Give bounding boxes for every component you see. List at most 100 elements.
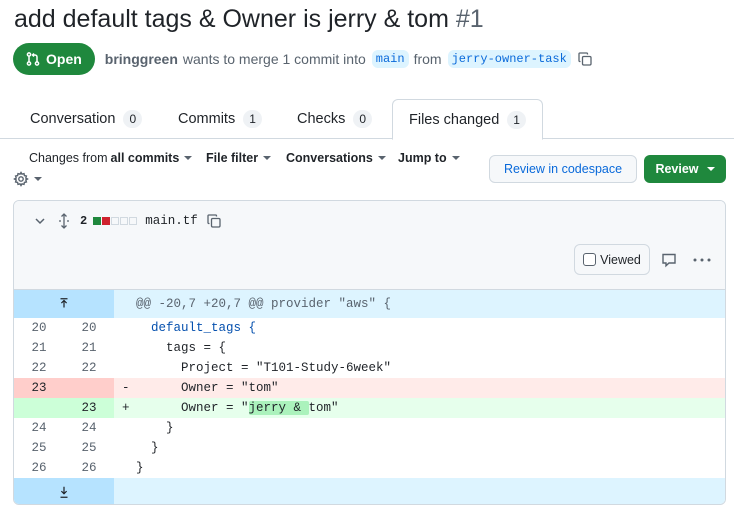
caret-down-icon (184, 156, 193, 160)
expand-down-button[interactable] (14, 478, 114, 504)
file-header: 2 main.tf Viewed (14, 201, 725, 290)
files-toolbar: Changes from all commits File filter Con… (0, 146, 734, 190)
diff-line-addition: 23 + Owner = "jerry & tom" (14, 398, 725, 418)
new-line-number[interactable]: 25 (64, 438, 114, 458)
file-filter-dropdown[interactable]: File filter (206, 151, 272, 165)
tab-label: Checks (297, 111, 346, 127)
diff-line: 26 26 } (14, 458, 725, 478)
code-text: Project = "T101-Study-6week" (136, 361, 392, 375)
diff-line-deletion: 23 - Owner = "tom" (14, 378, 725, 398)
caret-down-icon (451, 156, 460, 160)
old-line-number[interactable]: 23 (14, 378, 64, 398)
tab-label: Files changed (409, 111, 500, 128)
caret-down-icon (263, 156, 272, 160)
new-line-number[interactable]: 24 (64, 418, 114, 438)
diff-line: 25 25 } (14, 438, 725, 458)
viewed-checkbox[interactable]: Viewed (574, 244, 650, 275)
old-line-number[interactable]: 21 (14, 338, 64, 358)
review-in-codespace-button[interactable]: Review in codespace (489, 155, 637, 183)
copy-icon[interactable] (577, 51, 593, 67)
gear-icon (13, 171, 29, 187)
jump-to-dropdown[interactable]: Jump to (398, 151, 460, 165)
tab-label: Conversation (30, 111, 116, 127)
code-text: Owner = "jerry & tom" (136, 398, 339, 418)
changes-from-label: Changes from (29, 151, 108, 165)
copy-icon[interactable] (206, 213, 222, 229)
tab-count: 0 (123, 110, 143, 128)
code-text-post: tom" (308, 401, 339, 415)
chevron-down-icon[interactable] (32, 213, 48, 229)
new-line-number[interactable]: 26 (64, 458, 114, 478)
tab-count: 0 (353, 110, 373, 128)
diff-line: 24 24 } (14, 418, 725, 438)
caret-down-icon (34, 177, 42, 181)
all-commits-label: all commits (110, 151, 180, 165)
new-line-number[interactable]: 23 (64, 398, 114, 418)
page-title: add default tags & Owner is jerry & tom … (14, 5, 484, 34)
tab-files-changed[interactable]: Files changed 1 (392, 99, 543, 140)
caret-down-icon (706, 167, 715, 171)
pr-number: #1 (455, 5, 484, 33)
conversations-label: Conversations (286, 151, 373, 165)
code-text: } (136, 421, 174, 435)
old-line-number[interactable] (14, 398, 64, 418)
tab-commits[interactable]: Commits 1 (178, 99, 262, 139)
kebab-horizontal-icon[interactable] (692, 252, 712, 268)
viewed-label: Viewed (600, 252, 641, 267)
status-label: Open (46, 51, 82, 67)
comment-icon[interactable] (661, 252, 677, 268)
git-pull-request-icon (26, 52, 40, 66)
old-line-number[interactable]: 25 (14, 438, 64, 458)
new-line-number[interactable] (64, 378, 114, 398)
new-line-number[interactable]: 21 (64, 338, 114, 358)
expand-footer (14, 478, 725, 504)
old-line-number[interactable]: 26 (14, 458, 64, 478)
code-highlight: jerry & (248, 401, 309, 415)
tab-conversation[interactable]: Conversation 0 (30, 99, 143, 139)
diff-line: 22 22 Project = "T101-Study-6week" (14, 358, 725, 378)
caret-down-icon (377, 156, 386, 160)
code-text-pre: Owner = " (136, 401, 249, 415)
pr-tabs: Conversation 0 Commits 1 Checks 0 Files … (0, 99, 734, 140)
pr-summary-text: wants to merge 1 commit into (182, 51, 366, 67)
deletion-marker: - (122, 381, 130, 395)
new-line-number[interactable]: 22 (64, 358, 114, 378)
base-branch[interactable]: main (371, 50, 409, 68)
expand-up-button[interactable] (14, 290, 114, 318)
tab-checks[interactable]: Checks 0 (297, 99, 373, 139)
unfold-icon[interactable] (56, 213, 72, 229)
review-button[interactable]: Review (644, 155, 726, 183)
pr-title-text: add default tags & Owner is jerry & tom (14, 5, 449, 33)
new-line-number[interactable]: 20 (64, 318, 114, 338)
file-header-row: 2 main.tf (32, 211, 222, 231)
old-line-number[interactable]: 22 (14, 358, 64, 378)
diff-line: 20 20 default_tags { (14, 318, 725, 338)
code-text: } (136, 461, 144, 475)
settings-dropdown[interactable] (13, 171, 42, 187)
conversations-dropdown[interactable]: Conversations (286, 151, 386, 165)
head-branch[interactable]: jerry-owner-task (447, 50, 571, 68)
expand-down-icon (60, 486, 68, 498)
checkbox-box (583, 253, 597, 266)
status-badge: Open (13, 43, 95, 75)
code-text: Owner = "tom" (136, 381, 279, 395)
code-text: } (136, 441, 159, 455)
old-line-number[interactable]: 20 (14, 318, 64, 338)
diff-line: 21 21 tags = { (14, 338, 725, 358)
diffstat-bar (93, 217, 138, 225)
file-diff: 2 main.tf Viewed @@ -20,7 +20,7 @@ provi… (13, 200, 726, 505)
changes-from-dropdown[interactable]: Changes from all commits (29, 151, 193, 165)
diff-table: @@ -20,7 +20,7 @@ provider "aws" { 20 20… (14, 290, 725, 504)
hunk-text: @@ -20,7 +20,7 @@ provider "aws" { (136, 297, 392, 311)
old-line-number[interactable]: 24 (14, 418, 64, 438)
hunk-header: @@ -20,7 +20,7 @@ provider "aws" { (14, 290, 725, 318)
author-link[interactable]: bringgreen (105, 51, 178, 67)
code-text: tags = { (136, 341, 227, 355)
review-label: Review (655, 162, 699, 176)
diff-change-count: 2 (80, 214, 88, 228)
addition-marker: + (122, 401, 130, 415)
expand-up-icon (60, 298, 68, 308)
tab-label: Commits (178, 111, 236, 127)
tab-count: 1 (243, 110, 262, 128)
file-name[interactable]: main.tf (145, 214, 198, 228)
